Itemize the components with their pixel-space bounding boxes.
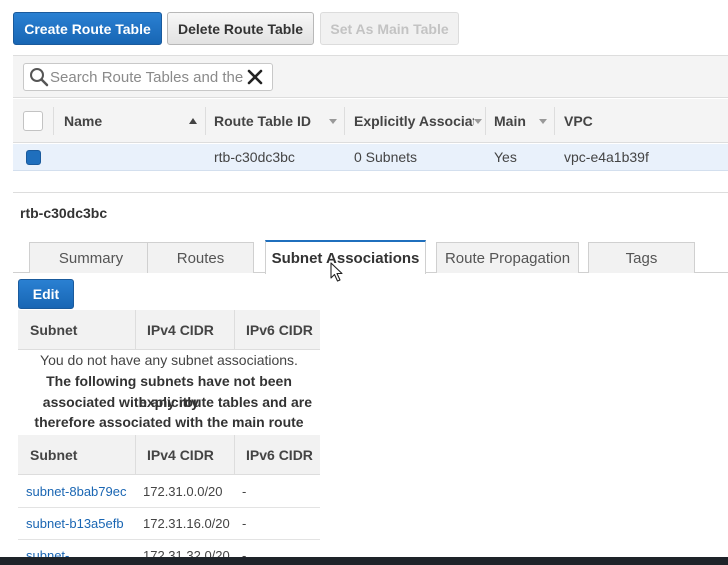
column-separator <box>485 107 486 135</box>
column-header-name[interactable]: Name <box>64 99 184 142</box>
column-separator <box>234 435 235 474</box>
subnet-associations-header: Subnet IPv4 CIDR IPv6 CIDR <box>18 310 320 350</box>
column-separator <box>205 107 206 135</box>
select-all-checkbox[interactable] <box>23 111 43 131</box>
column-header-explicitly-associated[interactable]: Explicitly Associat <box>354 99 474 142</box>
column-separator <box>234 310 235 349</box>
row-vpc: vpc-e4a1b39f <box>564 149 649 165</box>
detail-tabs: Summary Routes Subnet Associations Route… <box>13 240 728 274</box>
search-row <box>13 56 728 98</box>
chevron-down-icon[interactable] <box>539 119 547 124</box>
detail-title: rtb-c30dc3bc <box>20 205 108 221</box>
ipv6-cidr: - <box>242 548 247 557</box>
column-header-ipv4-cidr: IPv4 CIDR <box>147 321 214 338</box>
implicit-message-line-2: associated with any route tables and are <box>42 394 312 410</box>
search-icon <box>30 68 49 87</box>
set-main-table-button[interactable]: Set As Main Table <box>320 12 459 45</box>
delete-route-table-button[interactable]: Delete Route Table <box>167 12 314 45</box>
no-associations-message: You do not have any subnet associations. <box>40 352 298 368</box>
edit-button[interactable]: Edit <box>18 279 74 309</box>
row-checkbox[interactable] <box>26 150 41 165</box>
ipv6-cidr: - <box>242 484 247 499</box>
row-route-table-id: rtb-c30dc3bc <box>214 149 295 165</box>
toolbar: Create Route Table Delete Route Table Se… <box>0 0 728 55</box>
column-separator <box>135 435 136 474</box>
chevron-down-icon[interactable] <box>329 119 337 124</box>
column-header-ipv6-cidr: IPv6 CIDR <box>246 321 313 338</box>
row-name <box>64 144 194 170</box>
column-header-ipv6-cidr: IPv6 CIDR <box>246 446 313 463</box>
pane-divider[interactable] <box>13 192 728 193</box>
chevron-down-icon[interactable] <box>474 119 482 124</box>
search-box[interactable] <box>23 63 273 91</box>
column-header-vpc[interactable]: VPC <box>564 99 644 142</box>
table-row: subnet-b13a5efb 172.31.16.0/20 - <box>18 508 320 540</box>
column-separator <box>344 107 345 135</box>
row-main: Yes <box>494 149 517 165</box>
subnet-link[interactable]: subnet-b13a5efb <box>26 508 124 539</box>
column-header-route-table-id[interactable]: Route Table ID <box>214 99 324 142</box>
route-tables-grid: Name Route Table ID Explicitly Associat … <box>13 55 728 171</box>
column-separator <box>53 107 54 135</box>
mouse-cursor-icon <box>330 262 343 282</box>
ipv6-cidr: - <box>242 516 247 531</box>
grid-header: Name Route Table ID Explicitly Associat … <box>13 99 728 143</box>
column-header-main[interactable]: Main <box>494 99 534 142</box>
table-row[interactable]: rtb-c30dc3bc 0 Subnets Yes vpc-e4a1b39f <box>13 144 728 171</box>
create-route-table-button[interactable]: Create Route Table <box>13 12 162 45</box>
column-separator <box>135 310 136 349</box>
tab-subnet-associations[interactable]: Subnet Associations <box>265 240 426 274</box>
tab-summary[interactable]: Summary <box>29 242 153 273</box>
search-input[interactable] <box>50 68 244 86</box>
column-separator <box>554 107 555 135</box>
table-row: subnet-8bab79ec 172.31.0.0/20 - <box>18 476 320 508</box>
tab-route-propagation[interactable]: Route Propagation <box>436 242 579 273</box>
row-explicit-associations: 0 Subnets <box>354 149 418 165</box>
column-header-subnet: Subnet <box>30 321 78 338</box>
table-row-partial: subnet-... 172.31.32.0/20 - <box>18 540 320 557</box>
ipv4-cidr: 172.31.16.0/20 <box>143 516 230 531</box>
subnet-link[interactable]: subnet-8bab79ec <box>26 476 126 507</box>
implicit-subnets-header: Subnet IPv4 CIDR IPv6 CIDR <box>18 435 320 475</box>
subnet-link[interactable]: subnet-... <box>26 548 80 557</box>
tab-tags[interactable]: Tags <box>588 242 695 273</box>
tab-routes[interactable]: Routes <box>147 242 254 273</box>
ipv4-cidr: 172.31.32.0/20 <box>143 548 230 557</box>
bottom-bar <box>0 557 728 565</box>
close-icon[interactable] <box>246 68 264 86</box>
ipv4-cidr: 172.31.0.0/20 <box>143 484 223 499</box>
sort-ascending-icon[interactable] <box>189 118 197 124</box>
column-header-subnet: Subnet <box>30 446 78 463</box>
column-header-ipv4-cidr: IPv4 CIDR <box>147 446 214 463</box>
